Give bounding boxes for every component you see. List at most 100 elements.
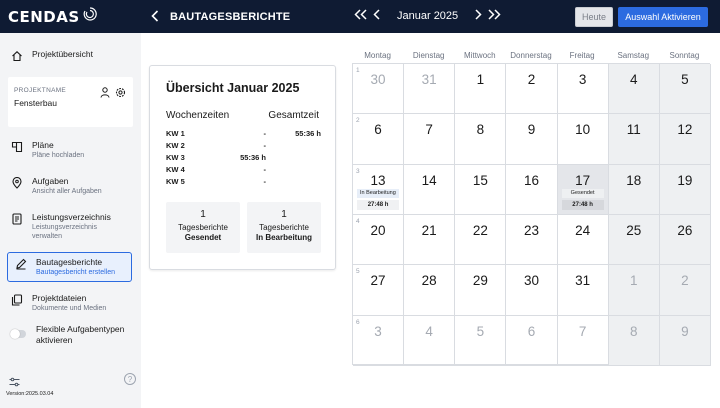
day-number: 14 xyxy=(421,172,437,188)
weekday-header: Dienstag xyxy=(412,51,445,60)
double-chevron-right-icon[interactable] xyxy=(486,8,502,24)
sidebar-item-tasks[interactable]: Aufgaben Ansicht aller Aufgaben xyxy=(8,176,133,196)
plans-icon xyxy=(8,141,26,153)
calendar-day-cell[interactable]: 10 xyxy=(557,114,609,165)
day-number: 10 xyxy=(575,122,591,138)
calendar-day-cell[interactable]: 24 xyxy=(557,214,609,266)
page-title: BAUTAGESBERICHTE xyxy=(170,10,291,23)
calendar-day-cell[interactable]: 4 20 xyxy=(353,214,405,266)
calendar-day-cell[interactable]: 15 xyxy=(455,164,507,215)
calendar-day-cell[interactable]: 8 xyxy=(608,315,660,366)
calendar-day-cell[interactable]: 30 xyxy=(506,265,558,316)
calendar-day-cell[interactable]: 4 xyxy=(404,315,456,366)
month-summary-card: Übersicht Januar 2025 Wochenzeiten Gesam… xyxy=(149,65,336,270)
help-icon[interactable]: ? xyxy=(124,373,136,385)
calendar-day-cell[interactable]: 2 xyxy=(506,64,558,115)
chevron-left-icon[interactable] xyxy=(369,8,385,24)
stat-in-progress-reports[interactable]: 1 Tagesberichte In Bearbeitung xyxy=(247,202,321,253)
calendar-day-cell[interactable]: 5 xyxy=(659,64,711,115)
back-chevron-icon[interactable] xyxy=(148,9,162,25)
calendar-day-cell[interactable]: 28 xyxy=(404,265,456,316)
select-mode-button[interactable]: Auswahl Aktivieren xyxy=(618,7,708,27)
document-icon xyxy=(8,213,26,225)
location-pin-icon xyxy=(8,177,26,189)
calendar-day-cell[interactable]: 1 xyxy=(455,64,507,115)
sidebar-item-project-files[interactable]: Projektdateien Dokumente und Medien xyxy=(8,293,133,313)
pen-icon xyxy=(12,258,30,270)
calendar-day-cell[interactable]: 5 27 xyxy=(353,265,405,316)
week-name: KW 5 xyxy=(166,177,185,186)
sidebar-item-sublabel: Bautagesbericht erstellen xyxy=(36,269,115,276)
calendar-day-cell[interactable]: 21 xyxy=(404,214,456,266)
project-card: PROJEKTNAME Fensterbau xyxy=(8,77,133,127)
calendar-day-cell[interactable]: 23 xyxy=(506,214,558,266)
calendar-day-cell[interactable]: 7 xyxy=(557,315,609,366)
calendar-day-cell[interactable]: 3 13 In Bearbeitung 27:48 h xyxy=(353,164,405,215)
calendar-day-cell[interactable]: 31 xyxy=(557,265,609,316)
calendar-day-cell[interactable]: 16 xyxy=(506,164,558,215)
calendar-day-cell[interactable]: 29 xyxy=(455,265,507,316)
sidebar-item-daily-reports[interactable]: Bautagesberichte Bautagesbericht erstell… xyxy=(7,252,132,282)
stat-label: Tagesberichte xyxy=(259,223,309,232)
calendar-day-cell[interactable]: 7 xyxy=(404,114,456,165)
today-button[interactable]: Heute xyxy=(575,7,613,27)
week-name: KW 3 xyxy=(166,153,185,162)
double-chevron-left-icon[interactable] xyxy=(353,8,369,24)
version-label: Version:2025.03.04 xyxy=(6,391,54,397)
calendar-day-cell[interactable]: 63 xyxy=(353,315,405,366)
calendar-day-cell[interactable]: 19 xyxy=(659,164,711,215)
cendas-logo[interactable]: CENDAS xyxy=(8,7,140,26)
calendar-day-cell[interactable]: 26 xyxy=(353,114,405,165)
calendar-day-cell[interactable]: 26 xyxy=(659,214,711,266)
sidebar-item-service-specification[interactable]: Leistungsverzeichnis Leistungsverzeichni… xyxy=(8,212,133,241)
calendar-day-cell[interactable]: 3 xyxy=(557,64,609,115)
calendar-day-cell[interactable]: 17 Gesendet 27:48 h xyxy=(557,164,609,215)
calendar-day-cell[interactable]: 12 xyxy=(659,114,711,165)
stat-status: Gesendet xyxy=(184,233,222,242)
day-number: 24 xyxy=(575,222,591,238)
calendar-day-cell[interactable]: 8 xyxy=(455,114,507,165)
stat-sent-reports[interactable]: 1 Tagesberichte Gesendet xyxy=(166,202,240,253)
calendar-day-cell[interactable]: 11 xyxy=(608,114,660,165)
weekday-header: Samstag xyxy=(617,51,650,60)
calendar-day-cell[interactable]: 1 xyxy=(608,265,660,316)
toggle-label: Flexible Aufgabentypen aktivieren xyxy=(36,324,125,345)
week-time: - xyxy=(263,129,267,138)
files-icon xyxy=(8,294,26,306)
week-name: KW 4 xyxy=(166,165,185,174)
week-time: - xyxy=(263,141,267,150)
calendar-day-cell[interactable]: 22 xyxy=(455,214,507,266)
report-status-label[interactable]: Gesendet xyxy=(561,188,604,198)
calendar-day-cell[interactable]: 25 xyxy=(608,214,660,266)
calendar-day-cell[interactable]: 5 xyxy=(455,315,507,366)
day-number: 25 xyxy=(626,222,642,238)
calendar-day-cell[interactable]: 4 xyxy=(608,64,660,115)
sliders-icon[interactable] xyxy=(9,374,20,392)
sidebar-item-project-overview[interactable]: Projektübersicht xyxy=(8,49,133,62)
day-number: 23 xyxy=(523,222,539,238)
day-number: 20 xyxy=(370,222,386,238)
stat-count: 1 xyxy=(200,209,206,220)
sidebar-item-sublabel: Dokumente und Medien xyxy=(32,305,107,312)
day-number: 6 xyxy=(374,122,382,138)
home-icon xyxy=(8,50,26,62)
calendar-day-cell[interactable]: 9 xyxy=(506,114,558,165)
day-number: 18 xyxy=(626,172,642,188)
calendar-day-cell[interactable]: 2 xyxy=(659,265,711,316)
calendar-day-cell[interactable]: 18 xyxy=(608,164,660,215)
gear-icon[interactable] xyxy=(115,85,126,103)
calendar-day-cell[interactable]: 9 xyxy=(659,315,711,366)
report-status-label[interactable]: In Bearbeitung xyxy=(357,188,400,198)
calendar-day-cell[interactable]: 1 30 xyxy=(353,64,405,115)
calendar-day-cell[interactable]: 31 xyxy=(404,64,456,115)
sidebar-item-plans[interactable]: Pläne Pläne hochladen xyxy=(8,140,133,160)
flexible-task-types-toggle[interactable] xyxy=(10,329,26,339)
week-times-header: Wochenzeiten xyxy=(166,110,230,121)
day-number: 11 xyxy=(626,122,641,138)
calendar-day-cell[interactable]: 14 xyxy=(404,164,456,215)
chevron-right-icon[interactable] xyxy=(470,8,486,24)
user-icon[interactable] xyxy=(100,85,110,103)
day-number: 15 xyxy=(472,172,488,188)
calendar-day-cell[interactable]: 6 xyxy=(506,315,558,366)
logo-text: CENDAS xyxy=(8,7,80,26)
